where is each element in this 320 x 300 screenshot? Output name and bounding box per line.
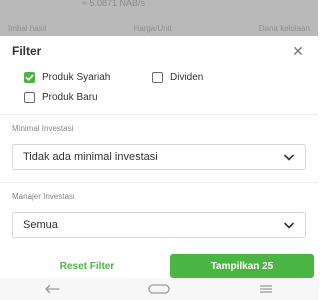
divider — [0, 114, 318, 115]
minimal-investasi-label: Minimal Investasi — [12, 124, 74, 133]
background-columns: Imbal hasil Harga/Unit Dana kelolaan — [8, 24, 310, 33]
checkbox-empty-icon — [24, 92, 35, 103]
checkbox-label: Produk Syariah — [42, 72, 111, 83]
filter-sheet: Filter ✕ Produk Syariah Dividen Produk B… — [0, 36, 318, 300]
minimal-investasi-select[interactable]: Tidak ada minimal investasi — [12, 144, 306, 170]
select-value: Semua — [23, 219, 58, 231]
background-list-header: ≈ 5.0871 NAB/s Imbal hasil Harga/Unit Da… — [0, 0, 318, 36]
filter-header: Filter ✕ — [12, 43, 306, 62]
checkbox-produk-syariah[interactable]: Produk Syariah — [24, 72, 110, 83]
system-navigation-bar — [0, 278, 318, 300]
divider — [0, 182, 318, 183]
column-dana-kelolaan: Dana kelolaan — [258, 24, 310, 33]
reset-filter-button[interactable]: Reset Filter — [12, 254, 162, 278]
checkbox-label: Produk Baru — [42, 92, 98, 103]
chevron-down-icon — [283, 219, 295, 231]
checkbox-dividen[interactable]: Dividen — [152, 72, 203, 83]
filter-title: Filter — [12, 44, 42, 58]
close-icon[interactable]: ✕ — [290, 43, 306, 59]
checkbox-label: Dividen — [170, 72, 204, 83]
apply-filter-button[interactable]: Tampilkan 25 — [170, 254, 314, 278]
background-value-text: ≈ 5.0871 NAB/s — [82, 0, 145, 8]
chevron-down-icon — [283, 151, 295, 163]
manajer-investasi-select[interactable]: Semua — [12, 212, 306, 238]
checkbox-empty-icon — [152, 72, 163, 83]
home-pill-icon[interactable] — [148, 282, 170, 296]
checkbox-checked-icon — [24, 72, 35, 83]
checkbox-produk-baru[interactable]: Produk Baru — [24, 92, 98, 103]
menu-icon[interactable] — [258, 282, 274, 296]
back-arrow-icon[interactable] — [44, 282, 60, 296]
select-value: Tidak ada minimal investasi — [23, 151, 158, 163]
column-imbal-hasil: Imbal hasil — [8, 24, 47, 33]
manajer-investasi-label: Manajer Investasi — [12, 192, 75, 201]
column-harga-unit: Harga/Unit — [133, 24, 172, 33]
